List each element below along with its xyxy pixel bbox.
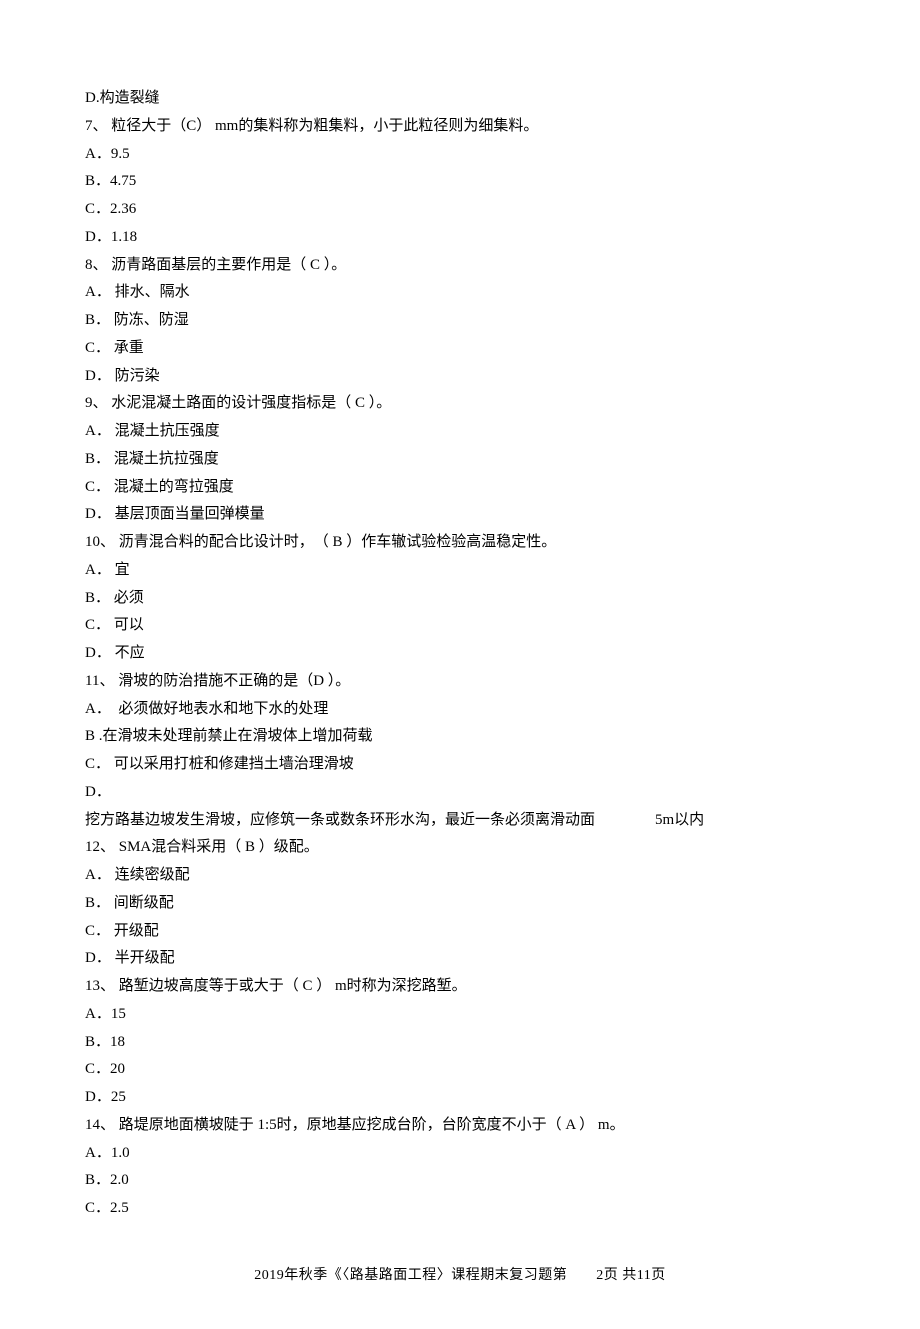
text-line: 11、 滑坡的防治措施不正确的是（D ）。 (85, 668, 835, 696)
text-line: B．18 (85, 1029, 835, 1057)
text-line: A．1.0 (85, 1140, 835, 1168)
text-line: D.构造裂缝 (85, 85, 835, 113)
text-line: A． 必须做好地表水和地下水的处理 (85, 696, 835, 724)
text-line: A． 连续密级配 (85, 862, 835, 890)
text-line: 8、 沥青路面基层的主要作用是（ C ）。 (85, 252, 835, 280)
text-line: D． 不应 (85, 640, 835, 668)
text-line: 9、 水泥混凝土路面的设计强度指标是（ C ）。 (85, 390, 835, 418)
content-body: D.构造裂缝7、 粒径大于（C） mm的集料称为粗集料，小于此粒径则为细集料。A… (85, 85, 835, 1223)
text-line: B． 必须 (85, 585, 835, 613)
text-line: 14、 路堤原地面横坡陡于 1:5时，原地基应挖成台阶，台阶宽度不小于（ A ）… (85, 1112, 835, 1140)
text-line: D． 基层顶面当量回弹模量 (85, 501, 835, 529)
text-line: B．4.75 (85, 168, 835, 196)
text-line: D．25 (85, 1084, 835, 1112)
text-line: C．2.5 (85, 1195, 835, 1223)
text-line: 12、 SMA混合料采用（ B ）级配。 (85, 834, 835, 862)
text-line: C． 可以采用打桩和修建挡土墙治理滑坡 (85, 751, 835, 779)
text-line: A．15 (85, 1001, 835, 1029)
text-line: C． 承重 (85, 335, 835, 363)
text-line: A． 宜 (85, 557, 835, 585)
text-line: A． 混凝土抗压强度 (85, 418, 835, 446)
text-line: A． 排水、隔水 (85, 279, 835, 307)
text-line: D． 防污染 (85, 363, 835, 391)
text-line: C．2.36 (85, 196, 835, 224)
text-line: B．2.0 (85, 1167, 835, 1195)
text-line: B .在滑坡未处理前禁止在滑坡体上增加荷载 (85, 723, 835, 751)
text-line: 7、 粒径大于（C） mm的集料称为粗集料，小于此粒径则为细集料。 (85, 113, 835, 141)
text-line: D．1.18 (85, 224, 835, 252)
text-line: A．9.5 (85, 141, 835, 169)
text-line: 10、 沥青混合料的配合比设计时， （ B ）作车辙试验检验高温稳定性。 (85, 529, 835, 557)
document-page: D.构造裂缝7、 粒径大于（C） mm的集料称为粗集料，小于此粒径则为细集料。A… (0, 0, 920, 1329)
text-line: C．20 (85, 1056, 835, 1084)
text-line: D． 半开级配 (85, 945, 835, 973)
page-footer: 2019年秋季《〈路基路面工程〉课程期末复习题第 2页 共11页 (85, 1263, 835, 1289)
text-line: D． (85, 779, 835, 807)
text-line: 挖方路基边坡发生滑坡，应修筑一条或数条环形水沟，最近一条必须离滑动面 5m以内 (85, 807, 835, 835)
text-line: 13、 路堑边坡高度等于或大于（ C ） m时称为深挖路堑。 (85, 973, 835, 1001)
text-line: C． 可以 (85, 612, 835, 640)
text-line: C． 混凝土的弯拉强度 (85, 474, 835, 502)
text-line: B． 间断级配 (85, 890, 835, 918)
text-line: B． 防冻、防湿 (85, 307, 835, 335)
text-line: C． 开级配 (85, 918, 835, 946)
text-line: B． 混凝土抗拉强度 (85, 446, 835, 474)
